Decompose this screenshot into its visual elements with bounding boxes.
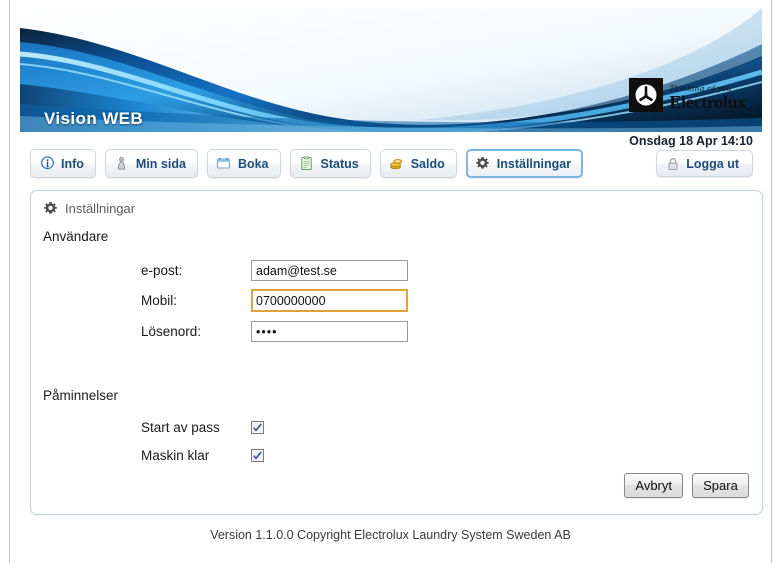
logout-button[interactable]: Logga ut — [656, 150, 753, 177]
mobile-label: Mobil: — [141, 293, 178, 308]
nav-item-saldo-label: Saldo — [410, 156, 445, 171]
settings-panel: Inställningar Användare e-post: Mobil: L… — [30, 190, 763, 515]
clipboard-icon — [299, 156, 315, 172]
email-input[interactable] — [251, 260, 408, 281]
nav-item-status-label: Status — [320, 156, 359, 171]
nav-item-min-sida-label: Min sida — [135, 156, 186, 171]
electrolux-logo-mark — [629, 78, 664, 112]
form-row-password: Lösenord: — [141, 321, 408, 342]
header-banner: Vision WEB Thinking of you Electrolux — [20, 8, 762, 132]
form-row-email: e-post: — [141, 260, 408, 281]
main-navigation: Info Min sida Boka Status Saldo Inställn… — [30, 149, 584, 178]
coins-icon — [389, 156, 405, 172]
person-icon — [114, 156, 130, 172]
section-title-user: Användare — [43, 229, 109, 244]
logo-tagline: Thinking of you — [669, 83, 732, 93]
nav-item-min-sida[interactable]: Min sida — [104, 149, 198, 178]
start-av-pass-checkbox[interactable] — [251, 421, 264, 434]
start-av-pass-label: Start av pass — [141, 420, 220, 435]
nav-item-installningar-label: Inställningar — [496, 156, 572, 171]
mobile-input[interactable] — [251, 289, 408, 312]
panel-heading: Inställningar — [43, 201, 135, 216]
electrolux-logo: Thinking of you Electrolux — [629, 78, 746, 112]
form-row-maskin-klar: Maskin klar — [141, 448, 264, 463]
datetime-display: Onsdag 18 Apr 14:10 — [629, 134, 753, 148]
gear-icon — [43, 201, 58, 216]
nav-item-status[interactable]: Status — [289, 149, 371, 178]
form-row-start-av-pass: Start av pass — [141, 420, 264, 435]
maskin-klar-label: Maskin klar — [141, 448, 210, 463]
password-input[interactable] — [251, 321, 408, 342]
gear-icon — [475, 156, 491, 172]
section-title-reminders: Påminnelser — [43, 388, 119, 403]
email-label: e-post: — [141, 263, 183, 278]
page-frame: Vision WEB Thinking of you Electrolux On… — [9, 0, 772, 563]
nav-item-info-label: Info — [61, 156, 84, 171]
nav-item-boka[interactable]: Boka — [206, 149, 281, 178]
info-circle-icon — [39, 156, 55, 172]
panel-heading-label: Inställningar — [65, 201, 136, 216]
nav-item-installningar[interactable]: Inställningar — [465, 149, 584, 178]
save-button[interactable]: Spara — [692, 473, 749, 498]
panel-action-buttons: Avbryt Spara — [624, 473, 749, 498]
logout-button-label: Logga ut — [686, 156, 739, 171]
nav-item-info[interactable]: Info — [30, 149, 96, 178]
banner-title: Vision WEB — [44, 109, 144, 128]
footer-text: Version 1.1.0.0 Copyright Electrolux Lau… — [210, 528, 571, 542]
logout-area: Logga ut — [656, 150, 753, 177]
nav-item-boka-label: Boka — [237, 156, 269, 171]
password-label: Lösenord: — [141, 324, 202, 339]
nav-item-saldo[interactable]: Saldo — [379, 149, 457, 178]
form-row-mobile: Mobil: — [141, 289, 408, 312]
maskin-klar-checkbox[interactable] — [251, 449, 264, 462]
logo-wordmark: Electrolux — [669, 92, 746, 112]
padlock-icon — [666, 156, 679, 171]
calendar-icon — [216, 156, 232, 172]
cancel-button[interactable]: Avbryt — [624, 473, 683, 498]
